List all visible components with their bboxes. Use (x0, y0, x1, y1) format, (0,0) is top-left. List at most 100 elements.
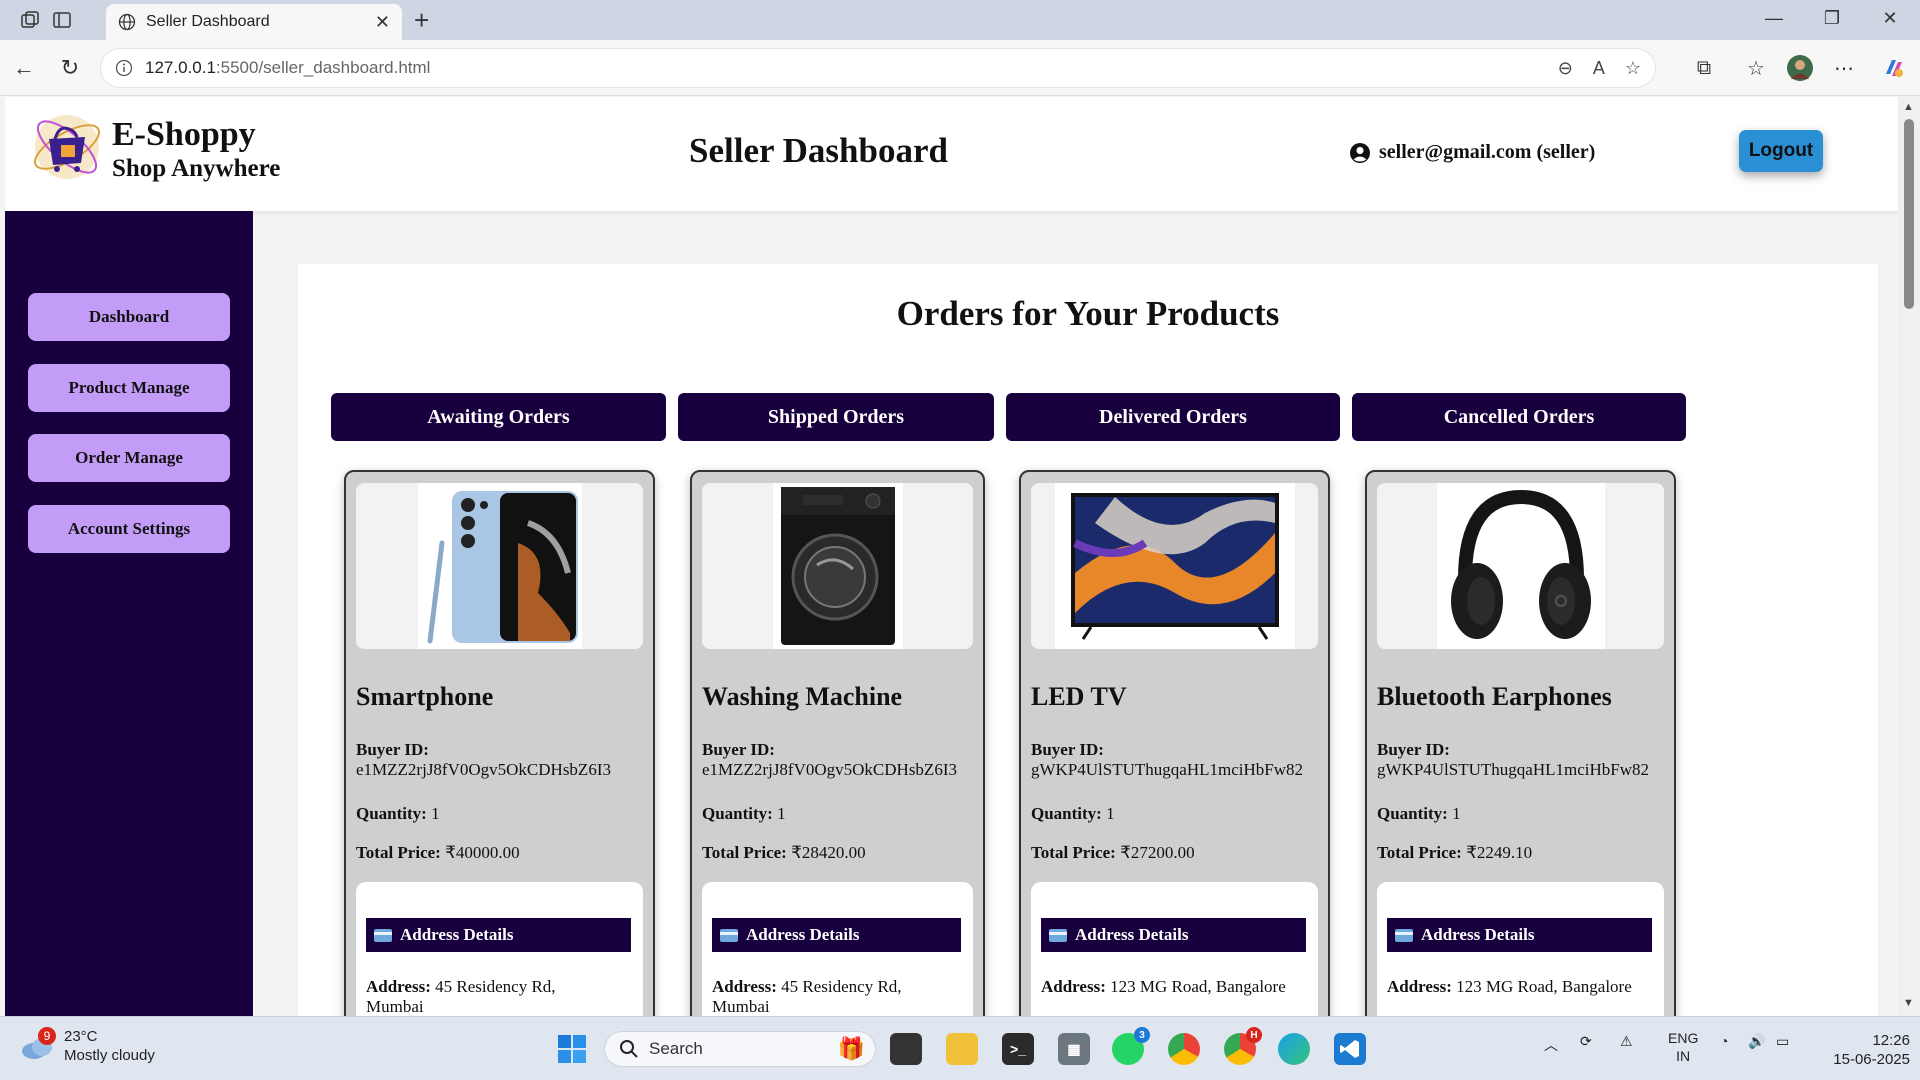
vertical-tabs-icon[interactable] (50, 8, 74, 32)
total-price-value: ₹2249.10 (1466, 843, 1533, 862)
orders-title: Orders for Your Products (896, 294, 1280, 333)
search-icon (620, 1040, 638, 1058)
scrollbar-thumb[interactable] (1904, 119, 1914, 309)
weather-widget[interactable]: 9 23°C Mostly cloudy (20, 1027, 155, 1065)
minimize-icon[interactable]: — (1762, 8, 1786, 29)
quantity-label: Quantity: (702, 804, 773, 823)
back-icon[interactable]: ← (10, 54, 38, 82)
scroll-up-icon[interactable]: ▲ (1903, 101, 1914, 113)
system-clock[interactable]: 12:26 15-06-2025 (1800, 1031, 1910, 1069)
quantity-value: 1 (1106, 804, 1115, 823)
sidebar-item-account-settings[interactable]: Account Settings (28, 505, 230, 553)
site-info-icon[interactable] (115, 59, 133, 77)
active-tab[interactable]: Seller Dashboard ✕ (106, 4, 402, 40)
brand-name: E-Shoppy (112, 116, 256, 153)
windows-start-icon[interactable] (556, 1033, 588, 1065)
sync-icon[interactable]: ⟳ (1580, 1033, 1592, 1050)
scroll-down-icon[interactable]: ▼ (1903, 997, 1914, 1009)
quantity: Quantity: 1 (356, 804, 440, 824)
filter-delivered-orders[interactable]: Delivered Orders (1006, 393, 1340, 441)
restore-icon[interactable]: ❐ (1820, 8, 1844, 29)
credit-card-icon (720, 928, 738, 942)
volume-icon[interactable]: 🔊 (1748, 1033, 1765, 1050)
address-label: Address: (1387, 977, 1452, 996)
address-box: Address Details Address: 45 Residency Rd… (356, 882, 643, 1016)
address-line2: Mumbai (712, 997, 770, 1016)
buyer-id: Buyer ID: gWKP4UlSTUThugqaHL1mciHbFw82 (1377, 740, 1649, 780)
taskbar-search[interactable]: Search 🎁 (604, 1031, 876, 1067)
filter-awaiting-orders[interactable]: Awaiting Orders (331, 393, 666, 441)
language-indicator[interactable]: ENG IN (1668, 1029, 1698, 1065)
address-header-label: Address Details (746, 925, 860, 944)
buyer-id-value: e1MZZ2rjJ8fV0Ogv5OkCDHsbZ6I3 (356, 760, 611, 779)
whatsapp-badge: 3 (1134, 1027, 1150, 1043)
temperature: 23°C (64, 1028, 98, 1045)
read-aloud-icon[interactable]: A (1593, 58, 1605, 79)
clock-date: 15-06-2025 (1833, 1051, 1910, 1068)
total-price-label: Total Price: (356, 843, 441, 862)
vscode-icon[interactable] (1334, 1033, 1366, 1065)
new-tab-icon[interactable]: + (414, 6, 429, 34)
favorites-icon[interactable]: ☆ (1742, 54, 1770, 82)
language-code: ENG (1668, 1030, 1699, 1046)
quantity: Quantity: 1 (1377, 804, 1461, 824)
chrome-icon[interactable] (1168, 1033, 1200, 1065)
tab-title: Seller Dashboard (146, 13, 270, 30)
order-card: LED TV Buyer ID: gWKP4UlSTUThugqaHL1mciHb… (1019, 470, 1330, 1016)
workspaces-icon[interactable] (18, 8, 42, 32)
wifi-icon[interactable]: ◔ (1720, 1033, 1728, 1049)
refresh-icon[interactable]: ↻ (56, 54, 84, 82)
address-value: 123 MG Road, Bangalore (1110, 977, 1286, 996)
chrome-profile-icon[interactable]: H (1224, 1027, 1262, 1065)
sidebar-item-product-manage[interactable]: Product Manage (28, 364, 230, 412)
buyer-id-label: Buyer ID: (1031, 740, 1104, 759)
address: Address: 45 Residency Rd, Mumbai (366, 977, 556, 1016)
total-price-label: Total Price: (1377, 843, 1462, 862)
more-options-icon[interactable]: ⋯ (1830, 54, 1858, 82)
terminal-icon[interactable]: >_ (1002, 1033, 1034, 1065)
network-warning-icon[interactable]: ⚠ (1620, 1033, 1633, 1050)
task-view-icon[interactable] (890, 1033, 922, 1065)
address-header-label: Address Details (400, 925, 514, 944)
show-hidden-icons[interactable]: ︿ (1544, 1035, 1558, 1055)
buyer-id: Buyer ID: e1MZZ2rjJ8fV0Ogv5OkCDHsbZ6I3 (356, 740, 611, 780)
product-name: Washing Machine (702, 682, 903, 711)
address-bar[interactable]: 127.0.0.1:5500/seller_dashboard.html ⊖ A… (100, 48, 1656, 88)
quantity-label: Quantity: (356, 804, 427, 823)
profile-avatar[interactable] (1786, 54, 1814, 82)
battery-icon[interactable]: ▭ (1776, 1033, 1789, 1050)
close-window-icon[interactable]: ✕ (1878, 8, 1902, 29)
url-host: 127.0.0.1 (145, 58, 216, 77)
address-value: 123 MG Road, Bangalore (1456, 977, 1632, 996)
total-price-value: ₹40000.00 (445, 843, 520, 862)
address-header: Address Details (1041, 918, 1306, 952)
edge-icon[interactable] (1278, 1033, 1310, 1065)
file-explorer-icon[interactable] (946, 1033, 978, 1065)
buyer-id-label: Buyer ID: (702, 740, 775, 759)
address-label: Address: (1041, 977, 1106, 996)
sidebar: Dashboard Product Manage Order Manage Ac… (5, 211, 253, 1016)
address-header: Address Details (712, 918, 961, 952)
product-name: LED TV (1031, 682, 1127, 711)
address-header-label: Address Details (1075, 925, 1189, 944)
filter-cancelled-orders[interactable]: Cancelled Orders (1352, 393, 1686, 441)
copilot-icon[interactable] (1880, 54, 1908, 82)
close-tab-icon[interactable]: ✕ (375, 12, 390, 33)
zoom-icon[interactable]: ⊖ (1558, 58, 1573, 79)
address-header: Address Details (366, 918, 631, 952)
whatsapp-icon[interactable]: 3 (1112, 1027, 1150, 1065)
product-image-led-tv (1031, 483, 1318, 649)
favorite-star-icon[interactable]: ☆ (1625, 58, 1641, 79)
buyer-id-value: gWKP4UlSTUThugqaHL1mciHbFw82 (1377, 760, 1649, 779)
page-scrollbar[interactable]: ▲ ▼ (1898, 97, 1920, 1016)
user-email: seller@gmail.com (seller) (1379, 141, 1596, 163)
logout-button[interactable]: Logout (1739, 130, 1823, 172)
extensions-icon[interactable]: ⧉ (1690, 54, 1718, 82)
filter-shipped-orders[interactable]: Shipped Orders (678, 393, 994, 441)
calculator-icon[interactable]: ▦ (1058, 1033, 1090, 1065)
sidebar-item-order-manage[interactable]: Order Manage (28, 434, 230, 482)
quantity-label: Quantity: (1031, 804, 1102, 823)
url-path: :5500/seller_dashboard.html (215, 58, 431, 77)
order-card: Bluetooth Earphones Buyer ID: gWKP4UlSTUT… (1365, 470, 1676, 1016)
sidebar-item-dashboard[interactable]: Dashboard (28, 293, 230, 341)
